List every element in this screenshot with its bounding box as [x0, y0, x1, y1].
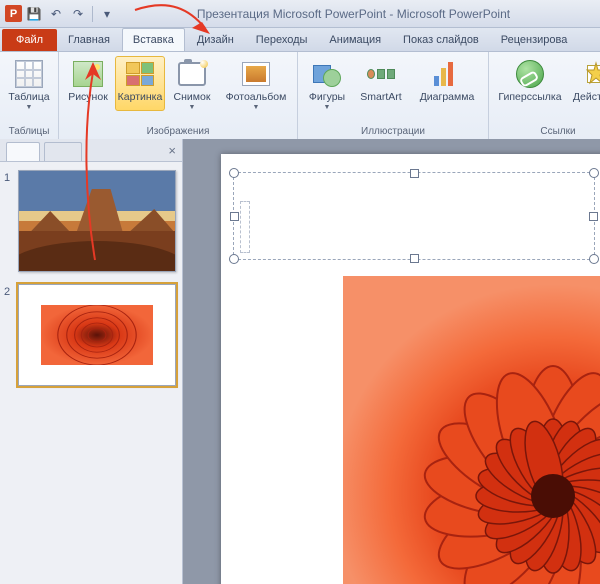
table-icon — [13, 58, 45, 90]
slide-thumbnails-panel: × 1 2 — [0, 139, 183, 584]
btn-label: SmartArt — [360, 92, 401, 104]
file-tab[interactable]: Файл — [2, 29, 57, 51]
btn-label: Действие — [573, 92, 600, 104]
smartart-icon — [365, 58, 397, 90]
tab-label: Дизайн — [197, 34, 234, 46]
action-button[interactable]: Действие — [569, 56, 600, 104]
tab-review[interactable]: Рецензирова — [491, 29, 578, 51]
group-tables: Таблица ▼ Таблицы — [0, 52, 59, 140]
action-icon — [580, 58, 600, 90]
group-label: Таблицы — [9, 124, 50, 140]
tab-label: Вставка — [133, 34, 174, 46]
group-images: Рисунок Картинка Снимок ▼ Фотоальбом ▼ И… — [59, 52, 298, 140]
tab-slideshow[interactable]: Показ слайдов — [393, 29, 489, 51]
ribbon: Таблица ▼ Таблицы Рисунок Картинка Снимо… — [0, 52, 600, 141]
slide-thumbnail[interactable]: 2 — [0, 276, 182, 390]
slide-thumbnail[interactable]: 1 — [0, 162, 182, 276]
tab-animation[interactable]: Анимация — [319, 29, 391, 51]
group-links: Гиперссылка Действие Ссылки — [489, 52, 600, 140]
slide-canvas-area[interactable] — [183, 139, 600, 584]
btn-label: Снимок — [174, 92, 211, 104]
picture-button[interactable]: Рисунок — [63, 56, 113, 111]
tab-transitions[interactable]: Переходы — [246, 29, 318, 51]
group-label: Изображения — [147, 124, 210, 140]
resize-handle[interactable] — [410, 169, 419, 178]
shapes-button[interactable]: Фигуры ▼ — [302, 56, 352, 111]
chart-button[interactable]: Диаграмма — [410, 56, 484, 111]
window-title: Презентация Microsoft PowerPoint - Micro… — [115, 7, 600, 21]
redo-icon[interactable]: ↷ — [70, 6, 86, 22]
btn-label: Гиперссылка — [498, 92, 561, 104]
btn-label: Фигуры — [309, 92, 345, 104]
ribbon-tabstrip: Файл Главная Вставка Дизайн Переходы Ани… — [0, 28, 600, 52]
slide-page[interactable] — [221, 154, 600, 584]
photoalbum-icon — [240, 58, 272, 90]
quick-access-toolbar: 💾 ↶ ↷ ▾ — [26, 6, 115, 22]
picture-icon — [72, 58, 104, 90]
undo-icon[interactable]: ↶ — [48, 6, 64, 22]
chevron-down-icon: ▼ — [253, 104, 260, 111]
resize-handle[interactable] — [589, 254, 599, 264]
btn-label: Диаграмма — [420, 92, 475, 104]
title-placeholder[interactable] — [233, 172, 595, 260]
btn-label: Фотоальбом — [226, 92, 287, 104]
chart-icon — [431, 58, 463, 90]
tab-label: Анимация — [329, 34, 381, 46]
shapes-icon — [311, 58, 343, 90]
resize-handle[interactable] — [589, 212, 598, 221]
title-bar: P 💾 ↶ ↷ ▾ Презентация Microsoft PowerPoi… — [0, 0, 600, 28]
group-label: Иллюстрации — [361, 124, 425, 140]
tab-label: Главная — [68, 34, 110, 46]
hyperlink-icon — [514, 58, 546, 90]
resize-handle[interactable] — [410, 254, 419, 263]
table-button[interactable]: Таблица ▼ — [4, 56, 54, 111]
thumbnails-tabstrip: × — [0, 139, 182, 162]
workspace: × 1 2 — [0, 139, 600, 584]
qat-separator — [92, 6, 93, 22]
qat-customize-icon[interactable]: ▾ — [99, 6, 115, 22]
group-illustrations: Фигуры ▼ SmartArt Диаграмма Иллюстрации — [298, 52, 489, 140]
clipart-icon — [124, 58, 156, 90]
tab-label: Рецензирова — [501, 34, 568, 46]
save-icon[interactable]: 💾 — [26, 6, 42, 22]
resize-handle[interactable] — [589, 168, 599, 178]
slide-number: 2 — [4, 284, 18, 386]
thumbnails-tab-outline[interactable] — [44, 142, 82, 161]
tab-insert[interactable]: Вставка — [122, 28, 185, 51]
close-icon[interactable]: × — [168, 143, 176, 158]
slide2-image — [41, 305, 153, 365]
file-tab-label: Файл — [16, 34, 43, 46]
chevron-down-icon: ▼ — [324, 104, 331, 111]
screenshot-button[interactable]: Снимок ▼ — [167, 56, 217, 111]
tab-design[interactable]: Дизайн — [187, 29, 244, 51]
slide-inserted-image[interactable] — [343, 276, 600, 584]
resize-handle[interactable] — [230, 212, 239, 221]
hyperlink-button[interactable]: Гиперссылка — [493, 56, 567, 104]
tab-label: Переходы — [256, 34, 308, 46]
screenshot-icon — [176, 58, 208, 90]
tab-home[interactable]: Главная — [58, 29, 120, 51]
slide1-image — [19, 171, 175, 271]
placeholder-cursor — [240, 201, 250, 253]
thumbnails-tab-slides[interactable] — [6, 142, 40, 161]
btn-label: Картинка — [118, 92, 163, 104]
smartart-button[interactable]: SmartArt — [354, 56, 408, 111]
slide-number: 1 — [4, 170, 18, 272]
clipart-button[interactable]: Картинка — [115, 56, 165, 111]
tab-label: Показ слайдов — [403, 34, 479, 46]
group-label: Ссылки — [540, 124, 575, 140]
photoalbum-button[interactable]: Фотоальбом ▼ — [219, 56, 293, 111]
resize-handle[interactable] — [229, 254, 239, 264]
chevron-down-icon: ▼ — [189, 104, 196, 111]
chevron-down-icon: ▼ — [26, 104, 33, 111]
app-logo-icon: P — [5, 5, 22, 22]
btn-label: Рисунок — [68, 92, 108, 104]
resize-handle[interactable] — [229, 168, 239, 178]
btn-label: Таблица — [8, 92, 49, 104]
